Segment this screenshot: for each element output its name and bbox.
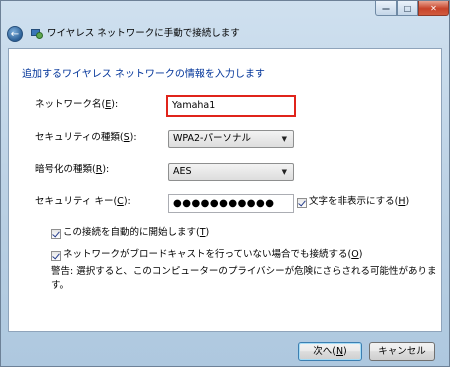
maximize-button[interactable]: □ xyxy=(397,1,418,16)
close-button[interactable]: ✕ xyxy=(418,1,449,16)
back-arrow-icon[interactable]: ← xyxy=(7,26,23,42)
network-globe-icon xyxy=(31,29,43,39)
encryption-type-label: 暗号化の種類(R): xyxy=(35,164,110,175)
security-key-input[interactable]: ●●●●●●●●●●● xyxy=(168,194,294,213)
chevron-down-icon: ▼ xyxy=(281,168,287,176)
security-type-label: セキュリティの種類(S): xyxy=(35,132,137,143)
connect-hidden-checkbox[interactable] xyxy=(51,251,61,261)
window-title: ワイヤレス ネットワークに手動で接続します xyxy=(47,28,240,39)
security-key-value: ●●●●●●●●●●● xyxy=(173,198,275,209)
auto-start-label: この接続を自動的に開始します(T) xyxy=(63,227,210,238)
hide-chars-checkbox[interactable] xyxy=(297,198,307,208)
button-bar: 次へ(N) キャンセル xyxy=(1,331,449,366)
encryption-type-value: AES xyxy=(173,166,192,177)
privacy-warning: 警告: 選択すると、このコンピューターのプライバシーが危険にさらされる可能性があ… xyxy=(51,266,437,291)
network-name-input[interactable]: Yamaha1 xyxy=(166,95,296,117)
security-type-select[interactable]: WPA2-パーソナル ▼ xyxy=(168,130,294,148)
security-type-value: WPA2-パーソナル xyxy=(173,133,251,144)
cancel-button[interactable]: キャンセル xyxy=(369,342,435,361)
hide-chars-label: 文字を非表示にする(H) xyxy=(309,196,410,207)
encryption-type-select[interactable]: AES ▼ xyxy=(168,163,294,181)
content-panel: 追加するワイヤレス ネットワークの情報を入力します ネットワーク名(E): Ya… xyxy=(8,48,442,332)
next-button[interactable]: 次へ(N) xyxy=(298,342,362,361)
security-key-label: セキュリティ キー(C): xyxy=(35,196,131,207)
minimize-button[interactable]: — xyxy=(375,1,397,16)
title-bar: — □ ✕ ← ワイヤレス ネットワークに手動で接続します xyxy=(1,1,449,51)
instruction-text: 追加するワイヤレス ネットワークの情報を入力します xyxy=(22,69,265,80)
auto-start-checkbox[interactable] xyxy=(51,229,61,239)
chevron-down-icon: ▼ xyxy=(281,135,287,143)
dialog-window: — □ ✕ ← ワイヤレス ネットワークに手動で接続します 追加するワイヤレス … xyxy=(0,0,450,367)
connect-hidden-label: ネットワークがブロードキャストを行っていない場合でも接続する(O) xyxy=(63,249,363,260)
network-name-label: ネットワーク名(E): xyxy=(35,99,119,110)
